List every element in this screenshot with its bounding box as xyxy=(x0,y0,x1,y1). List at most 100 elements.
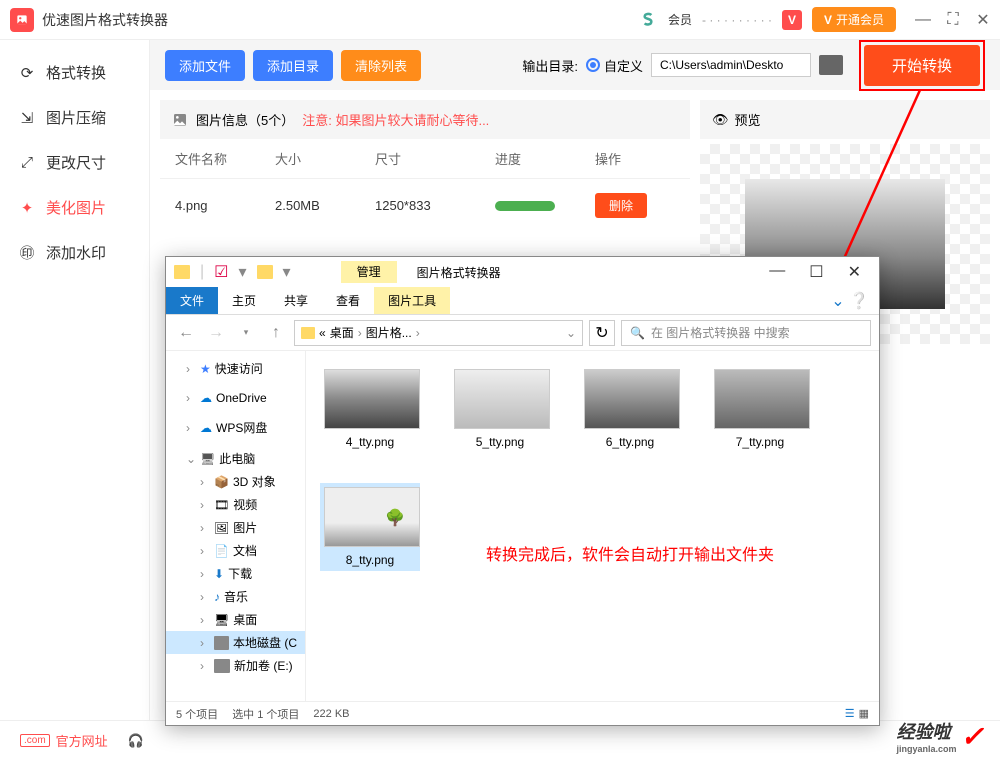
support-icon: 🎧 xyxy=(128,733,144,749)
tree-disk-c[interactable]: ›本地磁盘 (C xyxy=(166,631,305,654)
support-link[interactable]: 🎧 xyxy=(128,733,144,749)
tree-videos[interactable]: ›🎞视频 xyxy=(166,493,305,516)
tree-desktop[interactable]: ›🖥桌面 xyxy=(166,608,305,631)
ribbon-tab-pictools[interactable]: 图片工具 xyxy=(374,287,450,314)
tree-downloads[interactable]: ›⬇下载 xyxy=(166,562,305,585)
browse-folder-button[interactable] xyxy=(819,55,843,75)
check-icon: ✓ xyxy=(961,720,984,753)
refresh-button[interactable]: ↻ xyxy=(589,320,615,346)
exp-close-button[interactable]: ✕ xyxy=(848,262,861,282)
nav-tree: ›★快速访问 ›☁OneDrive ›☁WPS网盘 ⌄🖥此电脑 ›📦3D 对象 … xyxy=(166,351,306,701)
search-icon: 🔍 xyxy=(630,326,645,340)
qat-check-icon[interactable]: ☑ xyxy=(214,262,228,282)
ribbon-tab-share[interactable]: 共享 xyxy=(270,287,322,314)
search-input[interactable]: 🔍 在 图片格式转换器 中搜索 xyxy=(621,320,871,346)
nav-history-button[interactable]: ▾ xyxy=(234,321,258,345)
file-thumbnail xyxy=(454,369,550,429)
image-info-icon xyxy=(172,112,188,128)
file-item[interactable]: 5_tty.png xyxy=(450,365,550,453)
tree-3dobjects[interactable]: ›📦3D 对象 xyxy=(166,470,305,493)
ribbon-tab-view[interactable]: 查看 xyxy=(322,287,374,314)
nav-forward-button[interactable]: → xyxy=(204,321,228,345)
add-file-button[interactable]: 添加文件 xyxy=(165,50,245,81)
view-details-icon[interactable]: ☰ xyxy=(845,707,855,720)
vip-badge-icon: V xyxy=(782,10,802,30)
radio-icon xyxy=(586,58,600,72)
chevron-down-icon[interactable]: ⌄ xyxy=(566,326,576,340)
custom-radio[interactable]: 自定义 xyxy=(586,56,643,75)
status-selected: 选中 1 个项目 xyxy=(232,706,299,722)
tree-documents[interactable]: ›📄文档 xyxy=(166,539,305,562)
explorer-title: 图片格式转换器 xyxy=(417,264,501,281)
sidebar-item-resize[interactable]: ⤢ 更改尺寸 xyxy=(0,140,149,185)
file-thumbnail xyxy=(324,369,420,429)
app-title: 优速图片格式转换器 xyxy=(42,10,638,30)
tree-music[interactable]: ›♪音乐 xyxy=(166,585,305,608)
table-header: 文件名称 大小 尺寸 进度 操作 xyxy=(160,139,690,179)
maximize-button[interactable]: ⛶ xyxy=(946,13,960,27)
nav-back-button[interactable]: ← xyxy=(174,321,198,345)
file-item[interactable]: 🌳8_tty.png xyxy=(320,483,420,571)
minimize-button[interactable]: — xyxy=(916,13,930,27)
file-item[interactable]: 6_tty.png xyxy=(580,365,680,453)
ribbon-tab-file[interactable]: 文件 xyxy=(166,287,218,314)
status-count: 5 个项目 xyxy=(176,706,218,722)
progress-bar xyxy=(495,201,555,211)
delete-button[interactable]: 删除 xyxy=(595,193,647,218)
add-dir-button[interactable]: 添加目录 xyxy=(253,50,333,81)
output-label: 输出目录: xyxy=(522,56,578,75)
exp-maximize-button[interactable]: ☐ xyxy=(809,262,823,282)
file-item[interactable]: 7_tty.png xyxy=(710,365,810,453)
help-icon[interactable]: ⌄ ❔ xyxy=(831,291,869,311)
ribbon-tab-home[interactable]: 主页 xyxy=(218,287,270,314)
annotation-message: 转换完成后，软件会自动打开输出文件夹 xyxy=(486,541,774,565)
tree-wps[interactable]: ›☁WPS网盘 xyxy=(166,416,305,439)
status-size: 222 KB xyxy=(313,708,349,720)
preview-icon: 👁 xyxy=(712,112,729,128)
view-thumbs-icon[interactable]: ▦ xyxy=(859,707,869,720)
folder-icon xyxy=(301,327,315,339)
file-thumbnail xyxy=(584,369,680,429)
sidebar-item-watermark[interactable]: ㊞ 添加水印 xyxy=(0,230,149,275)
qat-separator: | xyxy=(200,263,204,281)
breadcrumb[interactable]: « 桌面 › 图片格... › ⌄ xyxy=(294,320,583,346)
qat-dropdown-icon[interactable]: ▾ xyxy=(283,262,291,282)
qat-dropdown-icon[interactable]: ▾ xyxy=(239,262,247,282)
panel-notice: 注意: 如果图片较大请耐心等待... xyxy=(302,110,489,129)
watermark-icon: ㊞ xyxy=(18,244,36,262)
tree-thispc[interactable]: ⌄🖥此电脑 xyxy=(166,447,305,470)
close-button[interactable]: ✕ xyxy=(976,13,990,27)
preview-label: 预览 xyxy=(735,110,761,129)
file-item[interactable]: 4_tty.png xyxy=(320,365,420,453)
globe-icon: .com xyxy=(20,734,50,747)
tree-onedrive[interactable]: ›☁OneDrive xyxy=(166,388,305,408)
tree-disk-e[interactable]: ›新加卷 (E:) xyxy=(166,654,305,677)
s-logo-icon xyxy=(638,10,658,30)
sidebar-item-compress[interactable]: ⇲ 图片压缩 xyxy=(0,95,149,140)
beautify-icon: ✦ xyxy=(18,199,36,217)
sidebar-item-beautify[interactable]: ✦ 美化图片 xyxy=(0,185,149,230)
compress-icon: ⇲ xyxy=(18,109,36,127)
file-thumbnail: 🌳 xyxy=(324,487,420,547)
official-site-link[interactable]: .com 官方网址 xyxy=(20,731,108,750)
panel-info-label: 图片信息（5个） xyxy=(196,110,294,129)
vip-button[interactable]: V开通会员 xyxy=(812,7,896,32)
nav-up-button[interactable]: ↑ xyxy=(264,321,288,345)
convert-icon: ⟳ xyxy=(18,64,36,82)
manage-tab[interactable]: 管理 xyxy=(341,261,397,283)
folder-icon xyxy=(174,265,190,279)
sidebar-item-format[interactable]: ⟳ 格式转换 xyxy=(0,50,149,95)
tree-quick-access[interactable]: ›★快速访问 xyxy=(166,357,305,380)
output-path-input[interactable] xyxy=(651,53,811,77)
sidebar: ⟳ 格式转换 ⇲ 图片压缩 ⤢ 更改尺寸 ✦ 美化图片 ㊞ 添加水印 xyxy=(0,40,150,720)
tree-pictures[interactable]: ›🖼图片 xyxy=(166,516,305,539)
file-thumbnail xyxy=(714,369,810,429)
exp-minimize-button[interactable]: — xyxy=(769,262,785,282)
resize-icon: ⤢ xyxy=(18,154,36,172)
clear-list-button[interactable]: 清除列表 xyxy=(341,50,421,81)
table-row[interactable]: 4.png 2.50MB 1250*833 删除 xyxy=(160,179,690,232)
app-logo xyxy=(10,8,34,32)
file-explorer-window: | ☑ ▾ ▾ 管理 图片格式转换器 — ☐ ✕ 文件 主页 共享 查看 图片工… xyxy=(165,256,880,726)
start-convert-button[interactable]: 开始转换 xyxy=(864,45,980,86)
toolbar: 添加文件 添加目录 清除列表 输出目录: 自定义 开始转换 xyxy=(150,40,1000,90)
